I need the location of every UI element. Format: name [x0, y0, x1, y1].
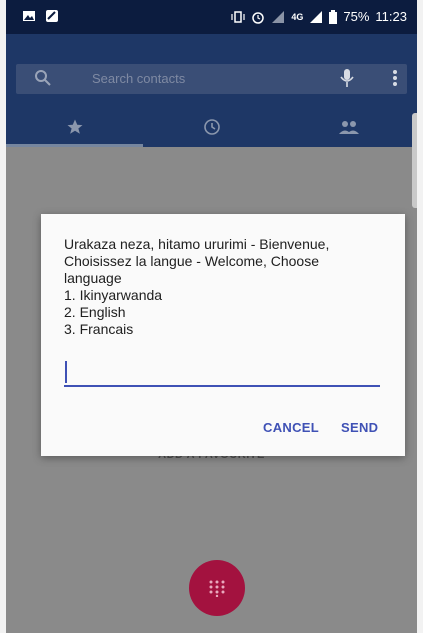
microphone-icon[interactable]	[340, 68, 354, 88]
alarm-icon	[252, 11, 265, 24]
app-notification-icon	[46, 10, 58, 22]
network-type: 4G	[291, 11, 304, 22]
message-line: Choisissez la langue - Welcome, Choose	[64, 253, 319, 269]
dialog-message: Urakaza neza, hitamo ururimi - Bienvenue…	[64, 236, 389, 338]
search-icon[interactable]	[34, 69, 52, 87]
signal-icon-sim1	[272, 10, 285, 23]
clock: 11:23	[375, 9, 407, 24]
response-input[interactable]	[64, 359, 380, 387]
clock-icon	[203, 118, 220, 135]
star-icon	[67, 119, 82, 134]
tab-contacts[interactable]	[280, 106, 417, 147]
option-ikinyarwanda: 1. Ikinyarwanda	[64, 287, 163, 303]
text-cursor	[65, 361, 67, 383]
message-line: language	[64, 270, 122, 286]
option-english: 2. English	[64, 304, 126, 320]
vibrate-icon	[231, 10, 245, 23]
dialpad-button[interactable]	[189, 560, 245, 616]
more-options-icon[interactable]	[392, 69, 398, 87]
battery-icon	[329, 9, 338, 24]
edge-panel-handle[interactable]	[412, 113, 417, 208]
battery-percent: 75%	[343, 9, 370, 24]
option-francais: 3. Francais	[64, 321, 134, 337]
people-icon	[338, 120, 359, 134]
dialpad-icon	[209, 580, 225, 597]
app-bar: Search contacts	[6, 34, 417, 147]
tab-bar	[6, 106, 417, 147]
send-button[interactable]: SEND	[341, 420, 378, 435]
ussd-dialog: Urakaza neza, hitamo ururimi - Bienvenue…	[41, 214, 405, 456]
tab-recents[interactable]	[143, 106, 280, 147]
message-line: Urakaza neza, hitamo ururimi - Bienvenue…	[64, 236, 330, 252]
tab-favorites[interactable]	[6, 106, 143, 147]
search-bar[interactable]: Search contacts	[16, 64, 407, 94]
search-input[interactable]: Search contacts	[92, 71, 185, 86]
phone-screen: 4G 75% 11:23 Search contacts ADD	[6, 0, 417, 633]
gallery-notification-icon	[23, 11, 35, 21]
cancel-button[interactable]: CANCEL	[263, 420, 319, 435]
status-bar: 4G 75% 11:23	[6, 0, 417, 34]
signal-icon-sim2	[310, 10, 323, 23]
